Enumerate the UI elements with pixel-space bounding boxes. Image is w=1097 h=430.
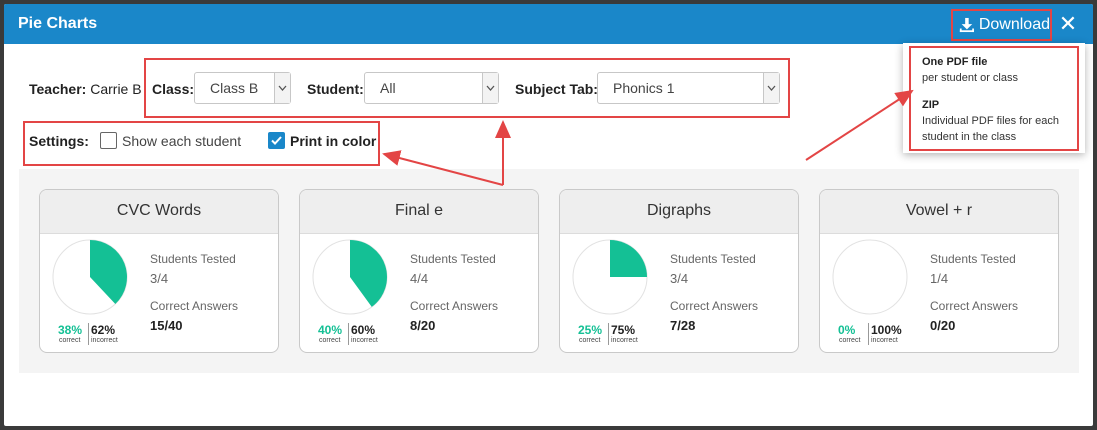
- download-icon: [959, 17, 974, 33]
- dialog-titlebar: Pie Charts Download ✕: [4, 4, 1093, 44]
- correct-percent: 0%: [838, 323, 856, 337]
- annotation-arrow: [805, 89, 914, 161]
- pie-slice-correct: [610, 240, 647, 277]
- incorrect-legend-label: incorrect: [871, 337, 898, 344]
- class-label: Class:: [152, 81, 195, 97]
- chevron-down-icon: [763, 73, 779, 103]
- correct-answers-label: Correct Answers: [670, 299, 759, 313]
- class-select-value: Class B: [210, 80, 259, 96]
- students-tested-label: Students Tested: [930, 252, 1016, 266]
- correct-percent: 38%: [58, 323, 83, 337]
- divider: [348, 323, 349, 345]
- chevron-down-icon: [482, 73, 498, 103]
- incorrect-legend-label: incorrect: [611, 337, 638, 344]
- chart-card: CVC Words 38% 62% correct incorrect Stud…: [39, 189, 279, 353]
- correct-answers-value: 7/28: [670, 318, 696, 333]
- show-each-student-checkbox[interactable]: [100, 132, 117, 149]
- chart-card: Vowel + r 0% 100% correct incorrect Stud…: [819, 189, 1059, 353]
- download-option-zip-desc-1: Individual PDF files for each: [922, 115, 1059, 127]
- teacher-value: Carrie B: [90, 81, 142, 97]
- pie-chart: [52, 239, 128, 315]
- correct-legend-label: correct: [839, 337, 861, 344]
- card-title: CVC Words: [40, 190, 278, 234]
- settings-label: Settings:: [29, 133, 89, 149]
- correct-answers-label: Correct Answers: [930, 299, 1019, 313]
- close-icon[interactable]: ✕: [1057, 11, 1079, 37]
- card-title: Digraphs: [560, 190, 798, 234]
- students-tested-label: Students Tested: [670, 252, 756, 266]
- pie-chart: [832, 239, 908, 315]
- incorrect-percent: 62%: [91, 323, 116, 337]
- students-tested-label: Students Tested: [410, 252, 496, 266]
- pie-chart: [572, 239, 648, 315]
- teacher-label: Teacher:: [29, 81, 87, 97]
- download-option-pdf-desc: per student or class: [922, 72, 1018, 84]
- correct-percent: 25%: [578, 323, 603, 337]
- download-label: Download: [978, 16, 1050, 33]
- correct-answers-label: Correct Answers: [150, 299, 239, 313]
- correct-answers-label: Correct Answers: [410, 299, 499, 313]
- divider: [868, 323, 869, 345]
- print-in-color-checkbox[interactable]: [268, 132, 285, 149]
- incorrect-legend-label: incorrect: [351, 337, 378, 344]
- correct-legend-label: correct: [319, 337, 341, 344]
- student-label: Student:: [307, 81, 364, 97]
- chart-card: Final e 40% 60% correct incorrect Studen…: [299, 189, 539, 353]
- correct-legend-label: correct: [59, 337, 81, 344]
- student-select-value: All: [380, 80, 396, 96]
- subject-tab-select[interactable]: Phonics 1: [597, 72, 780, 104]
- students-tested-value: 4/4: [410, 271, 429, 286]
- incorrect-legend-label: incorrect: [91, 337, 118, 344]
- download-button[interactable]: Download: [951, 9, 1052, 41]
- subject-tab-select-value: Phonics 1: [613, 80, 675, 96]
- teacher-field: Teacher: Carrie B: [29, 81, 142, 97]
- pie-charts-dialog: Pie Charts Download ✕ Teacher: Carrie B …: [4, 4, 1093, 426]
- card-title: Final e: [300, 190, 538, 234]
- pie-slice-incorrect: [832, 239, 908, 315]
- download-option-zip[interactable]: ZIP: [922, 99, 939, 111]
- students-tested-value: 3/4: [670, 271, 689, 286]
- divider: [88, 323, 89, 345]
- class-select[interactable]: Class B: [194, 72, 291, 104]
- correct-answers-value: 8/20: [410, 318, 436, 333]
- chevron-down-icon: [274, 73, 290, 103]
- divider: [608, 323, 609, 345]
- students-tested-value: 1/4: [930, 271, 949, 286]
- students-tested-label: Students Tested: [150, 252, 236, 266]
- subject-tab-label: Subject Tab:: [515, 81, 598, 97]
- correct-answers-value: 15/40: [150, 318, 183, 333]
- pie-chart: [312, 239, 388, 315]
- card-title: Vowel + r: [820, 190, 1058, 234]
- incorrect-percent: 75%: [611, 323, 636, 337]
- print-in-color-label: Print in color: [290, 133, 377, 149]
- students-tested-value: 3/4: [150, 271, 169, 286]
- dialog-title: Pie Charts: [18, 15, 98, 32]
- show-each-student-label: Show each student: [122, 133, 242, 149]
- incorrect-percent: 100%: [871, 323, 902, 337]
- correct-legend-label: correct: [579, 337, 601, 344]
- chart-card: Digraphs 25% 75% correct incorrect Stude…: [559, 189, 799, 353]
- correct-answers-value: 0/20: [930, 318, 956, 333]
- download-option-zip-desc-2: student in the class: [922, 131, 1017, 143]
- correct-percent: 40%: [318, 323, 343, 337]
- incorrect-percent: 60%: [351, 323, 376, 337]
- download-menu: One PDF file per student or class ZIP In…: [903, 43, 1085, 153]
- checkmark-icon: [271, 136, 282, 145]
- download-option-pdf[interactable]: One PDF file: [922, 56, 987, 68]
- student-select[interactable]: All: [364, 72, 499, 104]
